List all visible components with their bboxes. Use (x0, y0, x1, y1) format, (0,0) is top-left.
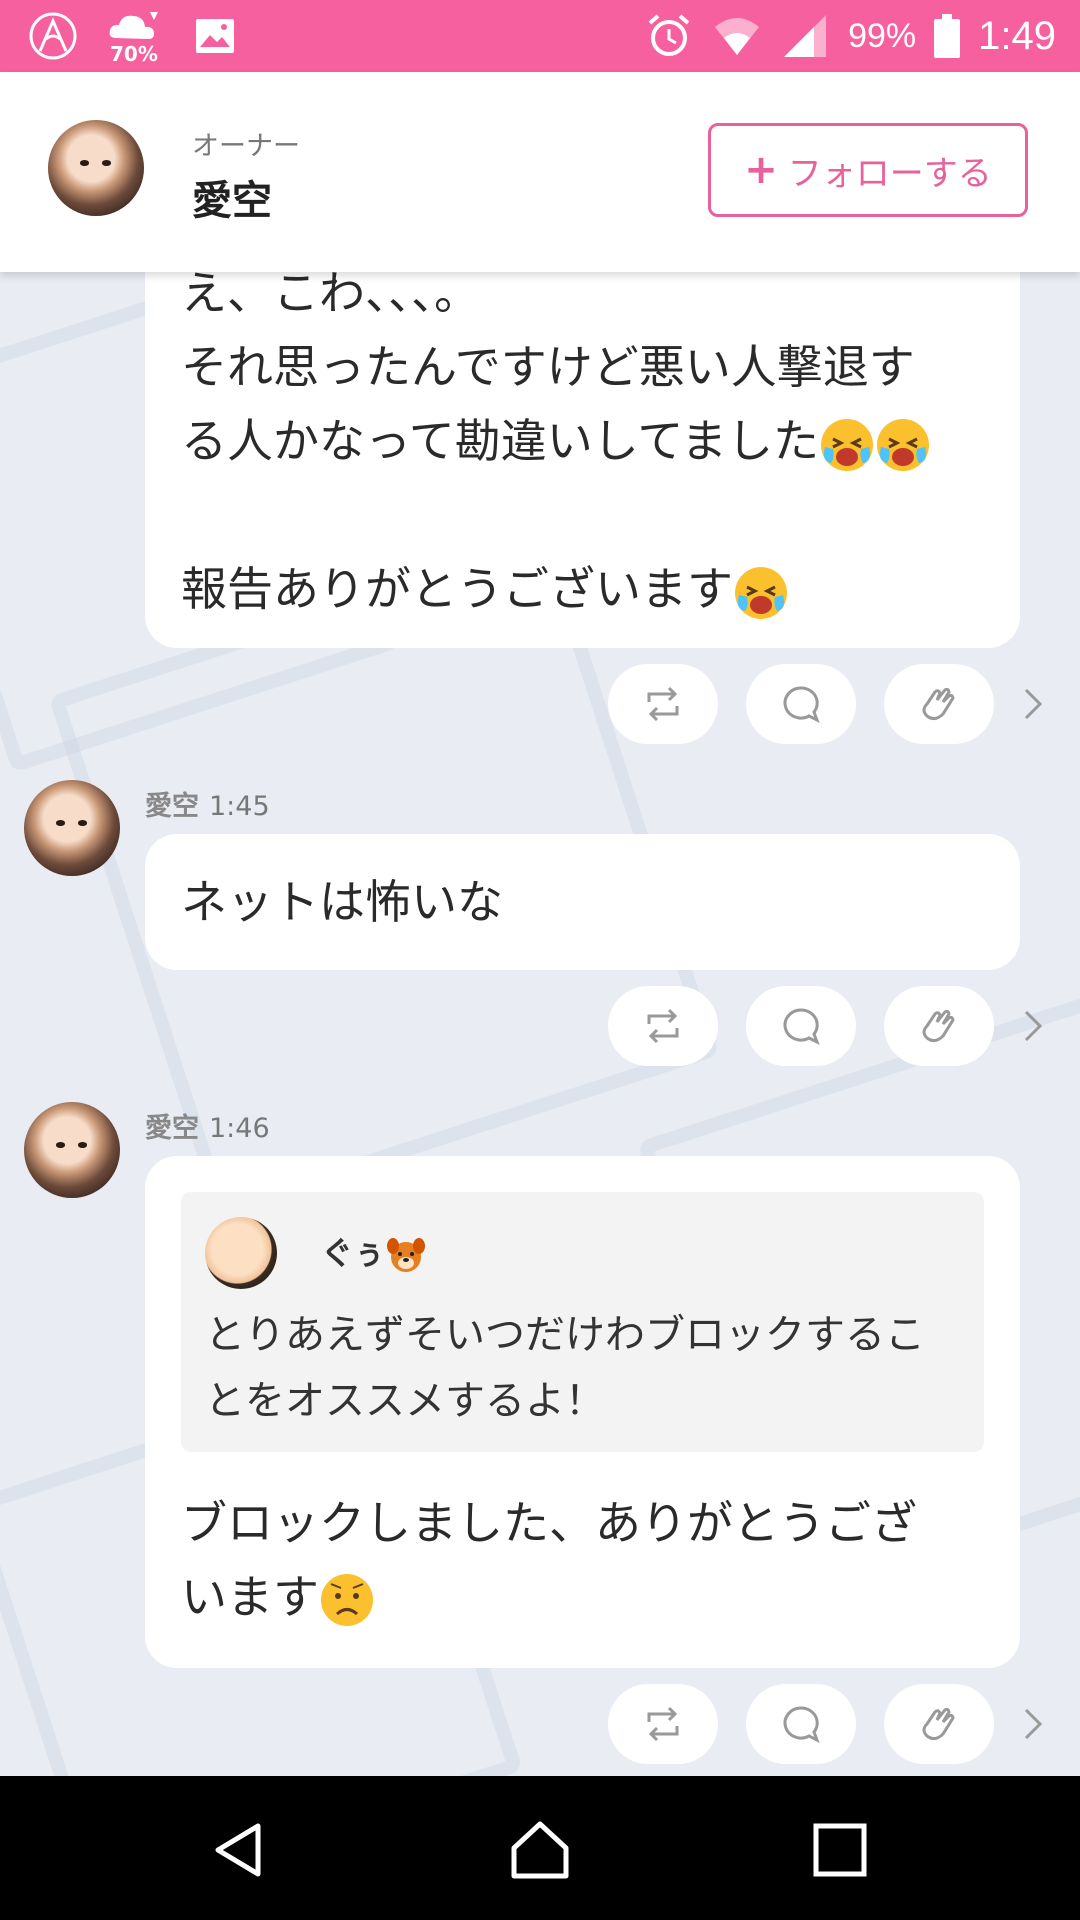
comment-icon (783, 1008, 820, 1046)
message-actions (608, 1684, 994, 1764)
status-bar-right: 99% 1:49 (644, 0, 1056, 72)
quoted-user-name: ぐぅ (321, 1233, 386, 1272)
status-bar: 70% 99% 1:49 (0, 0, 1080, 72)
comment-button[interactable] (746, 664, 856, 744)
crying-face-icon (821, 418, 874, 471)
home-icon[interactable] (508, 1818, 572, 1882)
message-text: え、こわ、、、。 それ思ったんですけど悪い人撃退す る人かなって勘違いしてました (181, 272, 915, 468)
chevron-right-icon[interactable] (1018, 684, 1048, 724)
repost-icon (647, 1008, 679, 1044)
status-bar-left: 70% (28, 8, 240, 66)
message-meta: 愛空 1:46 (145, 1106, 270, 1145)
image-icon (196, 19, 234, 53)
weather-percent: 70% (110, 42, 158, 66)
message-time: 1:45 (209, 791, 270, 822)
owner-label: オーナー (192, 131, 300, 162)
clock: 1:49 (978, 13, 1056, 58)
clap-button[interactable] (884, 1684, 994, 1764)
message-time: 1:46 (209, 1113, 270, 1144)
message-feed[interactable]: え、こわ、、、。 それ思ったんですけど悪い人撃退す る人かなって勘違いしてました… (0, 272, 1080, 1776)
repost-button[interactable] (608, 1684, 718, 1764)
sender-name: 愛空 (145, 791, 199, 822)
repost-icon (647, 1706, 679, 1742)
clap-icon (922, 1009, 955, 1043)
message-text: 報告ありがとうございます (181, 562, 733, 616)
quoted-text: とりあえずそいつだけわブロックするこ とをオススメするよ！ (205, 1311, 925, 1424)
quoted-user-avatar (205, 1216, 277, 1289)
clap-button[interactable] (884, 986, 994, 1066)
battery-icon (934, 14, 961, 58)
message-text: ネットは怖いな (181, 875, 503, 929)
clap-button[interactable] (884, 664, 994, 744)
plus-icon: + (744, 147, 778, 193)
message-actions (608, 986, 994, 1066)
chevron-right-icon[interactable] (1018, 1006, 1048, 1046)
app-logo-icon (29, 12, 77, 60)
quoted-message[interactable]: ぐぅ とりあえずそいつだけわブロックするこ とをオススメするよ！ (181, 1192, 984, 1452)
battery-percent: 99% (848, 16, 917, 55)
repost-button[interactable] (608, 664, 718, 744)
signal-icon (784, 15, 827, 57)
comment-icon (783, 686, 820, 724)
comment-button[interactable] (746, 1684, 856, 1764)
repost-icon (647, 686, 679, 722)
message-bubble: ぐぅ とりあえずそいつだけわブロックするこ とをオススメするよ！ ブロックしまし… (145, 1156, 1020, 1668)
sender-avatar[interactable] (24, 1102, 120, 1198)
crying-face-icon (735, 566, 787, 619)
dog-face-icon (387, 1237, 426, 1272)
wifi-icon (715, 18, 760, 55)
follow-button[interactable]: + フォローする (708, 123, 1028, 217)
system-nav-bar (0, 1776, 1080, 1920)
sender-name: 愛空 (145, 1113, 199, 1144)
owner-header: オーナー 愛空 + フォローする (0, 72, 1080, 272)
message-bubble: ネットは怖いな (145, 834, 1020, 970)
chevron-right-icon[interactable] (1018, 1704, 1048, 1744)
follow-button-label: フォローする (787, 153, 992, 194)
message-text: ブロックしました、ありがとうござ います (181, 1495, 917, 1624)
recents-icon[interactable] (808, 1818, 872, 1882)
crying-face-icon (877, 418, 930, 471)
message-meta: 愛空 1:45 (145, 784, 270, 823)
clap-icon (922, 687, 955, 721)
sad-face-icon (321, 1574, 373, 1626)
message-bubble: え、こわ、、、。 それ思ったんですけど悪い人撃退す る人かなって勘違いしてました… (145, 272, 1020, 648)
message-actions (608, 664, 994, 744)
comment-icon (783, 1706, 820, 1744)
owner-avatar[interactable] (48, 120, 144, 216)
repost-button[interactable] (608, 986, 718, 1066)
alarm-icon (648, 14, 690, 56)
comment-button[interactable] (746, 986, 856, 1066)
sender-avatar[interactable] (24, 780, 120, 876)
weather-icon: 70% (106, 8, 162, 66)
back-icon[interactable] (208, 1818, 272, 1882)
clap-icon (922, 1707, 955, 1741)
owner-name: 愛空 (192, 178, 272, 224)
